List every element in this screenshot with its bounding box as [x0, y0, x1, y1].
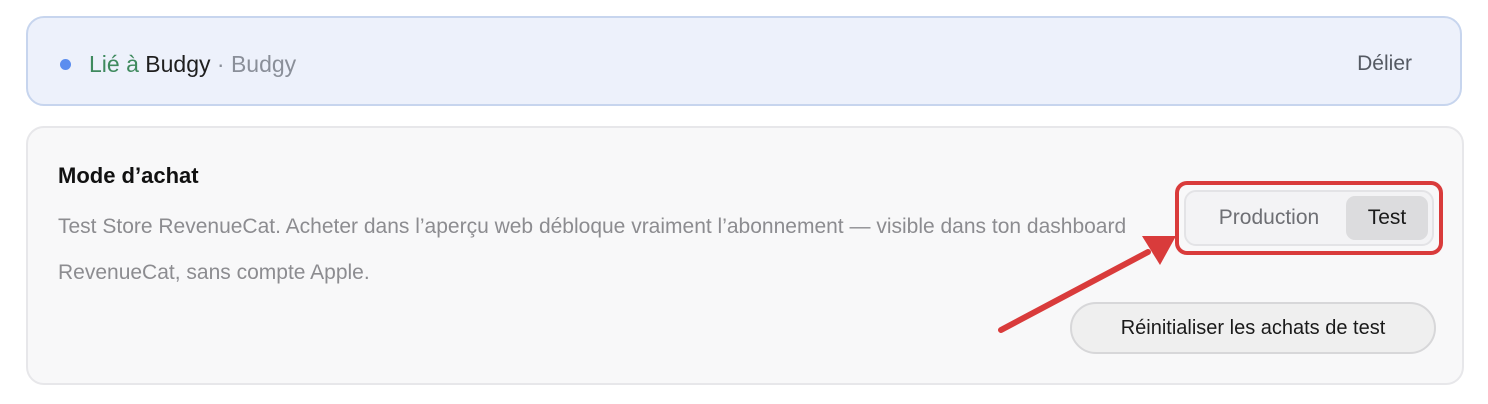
linked-app-banner: Lié à Budgy · Budgy Délier: [26, 16, 1462, 106]
purchase-mode-description: Test Store RevenueCat. Acheter dans l’ap…: [58, 215, 1127, 284]
status-dot-icon: [60, 59, 71, 70]
annotation-highlight-box: [1175, 181, 1443, 255]
unlink-button[interactable]: Délier: [1357, 49, 1412, 79]
reset-test-purchases-button[interactable]: Réinitialiser les achats de test: [1070, 302, 1436, 354]
purchase-mode-title: Mode d’achat: [58, 163, 199, 188]
linked-separator: ·: [216, 51, 225, 77]
linked-app-name: Budgy: [145, 51, 211, 77]
linked-prefix: Lié à: [89, 51, 139, 77]
linked-subtitle: Budgy: [230, 51, 297, 77]
purchase-mode-card: Mode d’achat Test Store RevenueCat. Ache…: [26, 126, 1464, 385]
linked-status-text: Lié à Budgy · Budgy: [89, 49, 296, 79]
